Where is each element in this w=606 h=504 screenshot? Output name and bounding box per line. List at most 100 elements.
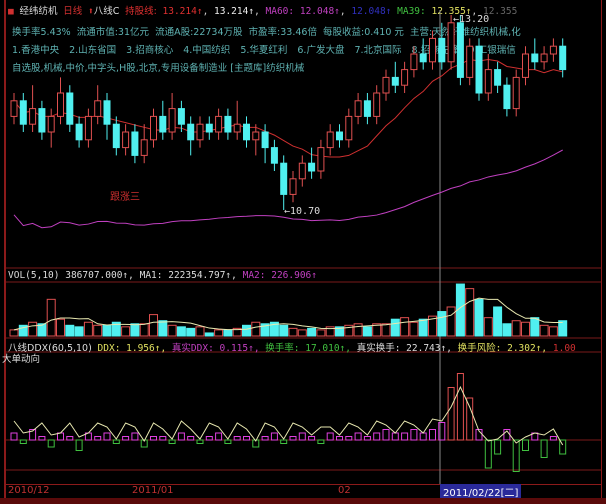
ddx-bar bbox=[391, 432, 399, 441]
ddx-bar bbox=[187, 436, 195, 441]
volume-bar bbox=[195, 326, 205, 337]
ddx-value: DDX: 1.956↑, bbox=[97, 343, 167, 354]
volume-bar bbox=[93, 324, 103, 337]
ddx-bar bbox=[177, 432, 185, 441]
volume-bar bbox=[539, 324, 549, 337]
ddx-bar bbox=[549, 436, 557, 441]
volume-bar bbox=[465, 288, 475, 337]
ddx-bar bbox=[38, 436, 46, 441]
ddx-bar bbox=[494, 439, 502, 455]
candle-body bbox=[354, 100, 362, 117]
volume-bar bbox=[400, 317, 410, 337]
ddx-bar bbox=[373, 432, 381, 441]
volume-bar bbox=[74, 326, 84, 337]
candle-body bbox=[243, 123, 250, 141]
candle-body bbox=[196, 123, 204, 141]
candle-body bbox=[224, 115, 232, 133]
volume-bar bbox=[316, 329, 326, 337]
ddx-bar bbox=[196, 439, 204, 444]
price-chart: ←13.20 ←10.70 跟涨三 bbox=[6, 10, 602, 484]
candle-body bbox=[131, 131, 139, 156]
candle-body bbox=[456, 22, 464, 78]
ddx-bar bbox=[243, 436, 250, 441]
ddx-bar bbox=[289, 436, 297, 441]
ddx-bar bbox=[94, 436, 102, 441]
candle-body bbox=[205, 123, 213, 133]
ddx-bar bbox=[308, 436, 316, 441]
candle-body bbox=[19, 100, 27, 125]
volume-bar bbox=[167, 324, 177, 337]
candle-body bbox=[47, 115, 55, 133]
ddx-bar bbox=[429, 429, 436, 441]
candle-body bbox=[150, 115, 157, 141]
ddx-bar bbox=[233, 436, 241, 441]
candle-body bbox=[289, 178, 297, 195]
vol-header: VOL(5,10) 386707.000↑, MA1: 222354.797↑,… bbox=[8, 270, 317, 281]
candle-body bbox=[122, 131, 130, 149]
volume-bar bbox=[474, 298, 484, 337]
candle-body bbox=[38, 108, 46, 133]
ddx-bar bbox=[168, 439, 176, 444]
candle-body bbox=[382, 76, 390, 94]
ddx-bar bbox=[224, 439, 232, 444]
candle-body bbox=[363, 100, 371, 117]
candle-body bbox=[308, 162, 316, 172]
low-label: ←10.70 bbox=[284, 206, 320, 217]
candle-body bbox=[494, 69, 502, 86]
ddx-header: 八线DDX(60,5,10) DDX: 1.956↑, 真实DDX: 0.115… bbox=[8, 340, 576, 354]
ddx-extra: 1.00 bbox=[552, 343, 576, 354]
candle-body bbox=[373, 92, 381, 117]
ddx-bar bbox=[345, 436, 353, 441]
volume-bar bbox=[158, 320, 168, 337]
volume-bar bbox=[102, 324, 112, 337]
volume-bar bbox=[493, 306, 503, 337]
ddx-bar bbox=[512, 439, 520, 472]
ma2-value: 226.906↑ bbox=[271, 270, 317, 281]
volume-bar bbox=[530, 317, 540, 337]
candle-body bbox=[57, 92, 64, 117]
vol-label: VOL(5,10) bbox=[8, 270, 60, 281]
ddx-bar bbox=[131, 432, 139, 441]
candle-body bbox=[112, 123, 120, 149]
status-bar bbox=[0, 498, 606, 504]
volume-bar bbox=[186, 327, 196, 337]
x-label: 2010/12 bbox=[8, 485, 50, 496]
volume-bar bbox=[83, 321, 93, 337]
candle-body bbox=[94, 100, 102, 117]
candle-body bbox=[410, 53, 418, 71]
candle-body bbox=[66, 92, 74, 125]
real-ddx-value: 真实DDX: 0.115↑, bbox=[171, 343, 260, 354]
candle-body bbox=[447, 22, 455, 63]
candle-body bbox=[187, 123, 195, 141]
candle-body bbox=[252, 131, 260, 141]
volume-bar bbox=[390, 318, 400, 337]
volume-bar bbox=[307, 327, 317, 337]
candle-body bbox=[177, 108, 185, 125]
candle-body bbox=[233, 123, 241, 133]
candle-body bbox=[159, 115, 167, 133]
real-turnover: 真实换手: 22.743↑, bbox=[356, 343, 452, 354]
ddx-bar bbox=[47, 439, 55, 448]
volume-bar bbox=[121, 326, 131, 337]
ddx-bar bbox=[317, 439, 325, 444]
candle-body bbox=[270, 147, 278, 164]
candle-body bbox=[336, 131, 343, 141]
ma1-label: MA1: bbox=[139, 270, 163, 281]
volume-bar bbox=[279, 324, 289, 337]
volume-bar bbox=[28, 321, 38, 337]
ddx-bar bbox=[419, 432, 427, 441]
big-order-label: 大单动向 bbox=[2, 354, 41, 365]
ddx-bar bbox=[540, 439, 548, 458]
volume-bar bbox=[223, 329, 233, 337]
candle-body bbox=[484, 69, 492, 94]
candle-body bbox=[419, 53, 427, 63]
ddx-bar bbox=[112, 439, 120, 444]
candle-body bbox=[140, 139, 148, 156]
ddx-bar bbox=[103, 432, 111, 441]
volume-bar bbox=[381, 323, 391, 337]
candle-body bbox=[168, 108, 176, 133]
candle-body bbox=[298, 162, 306, 180]
ddx-bar bbox=[410, 429, 418, 441]
ddx-bar bbox=[354, 432, 362, 441]
candle-body bbox=[466, 45, 474, 78]
